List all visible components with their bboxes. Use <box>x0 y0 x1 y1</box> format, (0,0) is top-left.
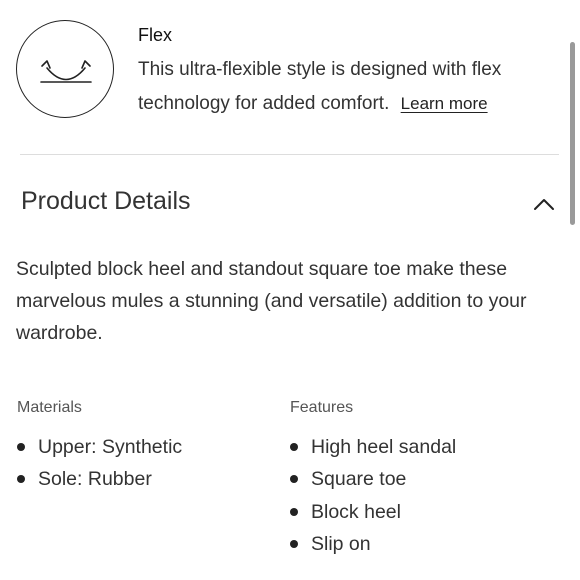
chevron-up-icon[interactable] <box>528 188 560 220</box>
list-item-text: Square toe <box>311 468 407 491</box>
flex-title: Flex <box>138 25 173 45</box>
list-item-text: Slip on <box>311 532 371 555</box>
list-item: Square toe <box>290 463 456 495</box>
bullet-icon <box>17 443 25 451</box>
list-item: Sole: Rubber <box>17 463 182 495</box>
list-item-text: Upper: Synthetic <box>38 436 183 458</box>
list-item-text: Block heel <box>311 500 401 523</box>
divider <box>20 154 559 155</box>
bullet-icon <box>290 507 298 516</box>
bullet-icon <box>17 475 25 484</box>
flex-description: This ultra-flexible style is designed wi… <box>138 53 558 121</box>
list-item: Upper: Synthetic <box>17 431 182 463</box>
scrollbar[interactable] <box>570 42 575 225</box>
bullet-icon <box>290 475 298 484</box>
features-list: High heel sandal Square toe Block heel S… <box>290 431 456 560</box>
list-item: High heel sandal <box>290 431 456 463</box>
materials-list: Upper: Synthetic Sole: Rubber <box>17 431 182 496</box>
product-details-title[interactable]: Product Details <box>21 187 191 216</box>
bullet-icon <box>290 539 298 548</box>
materials-heading: Materials <box>17 399 82 416</box>
product-description: Sculpted block heel and standout square … <box>16 258 527 344</box>
page: Flex This ultra-flexible style is design… <box>0 0 580 580</box>
features-heading: Features <box>290 399 354 416</box>
learn-more-link[interactable]: Learn more <box>401 94 488 113</box>
bullet-icon <box>290 443 298 451</box>
list-item: Slip on <box>290 528 456 560</box>
flex-smile-icon <box>16 20 114 118</box>
list-item: Block heel <box>290 496 456 528</box>
list-item-text: High heel sandal <box>311 436 457 458</box>
list-item-text: Sole: Rubber <box>38 468 152 491</box>
